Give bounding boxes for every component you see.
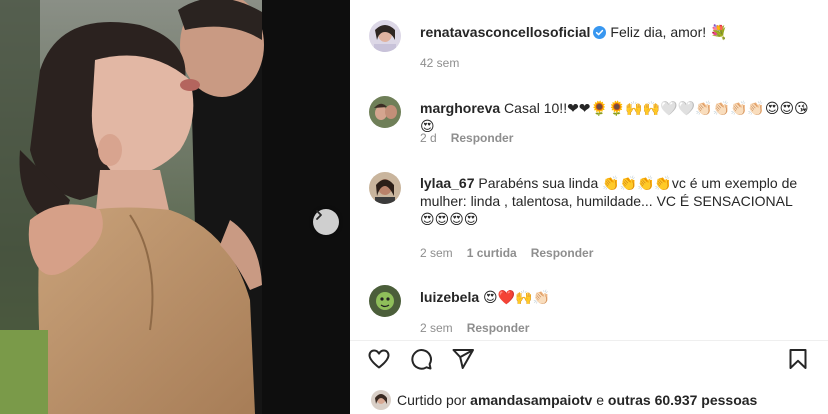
- comment-username[interactable]: lylaa_67: [420, 175, 475, 191]
- comment-time[interactable]: 2 sem: [420, 246, 453, 260]
- comment-text-line: mulher: linda , talentosa, humildade... …: [420, 193, 793, 209]
- avatar[interactable]: [369, 96, 401, 128]
- like-button[interactable]: [367, 347, 393, 373]
- paper-plane-icon: [452, 349, 474, 369]
- comment-item: luizebela 😍❤️🙌👏🏻: [420, 288, 812, 306]
- caption-time[interactable]: 42 sem: [420, 56, 459, 70]
- author-username[interactable]: renatavasconcellosoficial: [420, 24, 590, 40]
- commenter-avatar-image: [369, 96, 401, 128]
- comment-time[interactable]: 2 d: [420, 131, 437, 145]
- comment-item: lylaa_67 Parabéns sua linda 👏👏👏👏vc é um …: [420, 174, 812, 228]
- comment-username[interactable]: luizebela: [420, 289, 479, 305]
- reply-button[interactable]: Responder: [451, 131, 514, 145]
- comment-text-line: 😍😍😍😍: [420, 211, 479, 227]
- author-avatar-image: [369, 20, 401, 52]
- liked-by-prefix: Curtido por: [397, 392, 467, 408]
- comment-time[interactable]: 2 sem: [420, 321, 453, 335]
- next-photo-button[interactable]: [313, 209, 339, 235]
- avatar[interactable]: [369, 172, 401, 204]
- caption-meta: 42 sem: [420, 56, 473, 70]
- comment-meta: 2 sem 1 curtida Responder: [420, 246, 607, 260]
- liked-by-others[interactable]: outras 60.937 pessoas: [608, 392, 757, 408]
- verified-badge-icon: [593, 26, 607, 39]
- liker-avatar-image: [371, 390, 391, 410]
- heart-icon: [368, 349, 390, 369]
- share-button[interactable]: [451, 347, 477, 373]
- post-caption: renatavasconcellosoficial Feliz dia, amor…: [420, 23, 812, 41]
- comment-button[interactable]: [409, 347, 435, 373]
- commenter-avatar-image: [369, 172, 401, 204]
- comment-text: Parabéns sua linda 👏👏👏👏vc é um exemplo d…: [478, 175, 798, 191]
- couple-kissing-photo: [0, 0, 350, 414]
- caption-text: Feliz dia, amor! 💐: [610, 24, 728, 40]
- footer-divider: [350, 340, 828, 341]
- reply-button[interactable]: Responder: [467, 321, 530, 335]
- commenter-avatar-image: [369, 285, 401, 317]
- liked-by-middle: e: [596, 392, 605, 408]
- avatar[interactable]: [371, 390, 391, 410]
- comment-icon: [411, 349, 432, 370]
- comment-text: 😍❤️🙌👏🏻: [483, 289, 550, 305]
- comment-item: marghoreva Casal 10!!❤❤🌻🌻🙌🙌🤍🤍👏🏻👏🏻👏🏻👏🏻😍😍😘…: [420, 99, 812, 135]
- bookmark-icon: [789, 349, 807, 369]
- avatar[interactable]: [369, 285, 401, 317]
- comment-meta: 2 d Responder: [420, 131, 527, 145]
- reply-button[interactable]: Responder: [531, 246, 594, 260]
- save-button[interactable]: [786, 347, 812, 373]
- chevron-right-icon: [316, 210, 322, 220]
- avatar[interactable]: [369, 20, 401, 52]
- liked-by-username[interactable]: amandasampaiotv: [470, 392, 592, 408]
- comment-username[interactable]: marghoreva: [420, 100, 500, 116]
- liked-by-summary: Curtido por amandasampaiotv e outras 60.…: [371, 386, 757, 414]
- post-photo: [0, 0, 350, 414]
- comment-meta: 2 sem Responder: [420, 321, 543, 335]
- comment-likes-count[interactable]: 1 curtida: [467, 246, 517, 260]
